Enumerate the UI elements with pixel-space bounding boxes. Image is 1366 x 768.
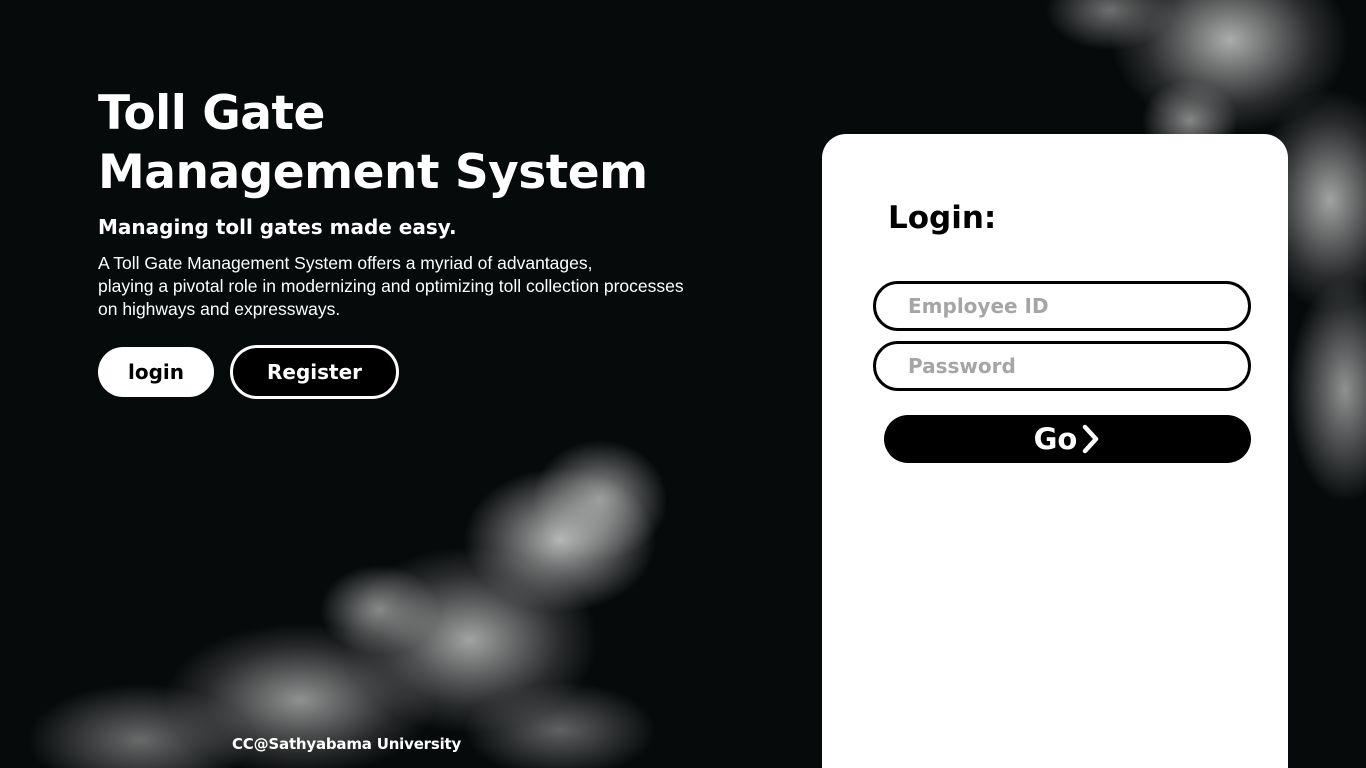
register-button[interactable]: Register — [230, 345, 399, 399]
password-input[interactable] — [873, 341, 1251, 391]
hero-description-line-2: playing a pivotal role in modernizing an… — [98, 276, 684, 296]
go-button[interactable]: Go — [884, 415, 1251, 463]
hero-actions: login Register — [98, 345, 399, 399]
hero-description: A Toll Gate Management System offers a m… — [98, 252, 778, 321]
login-button[interactable]: login — [98, 347, 214, 397]
chevron-right-icon — [1081, 424, 1101, 454]
hero-description-line-3: on highways and expressways. — [98, 299, 341, 319]
page-title-line-2: Management System — [98, 145, 648, 200]
page-title-line-1: Toll Gate — [98, 86, 325, 141]
employee-id-input[interactable] — [873, 281, 1251, 331]
footer-credit: CC@Sathyabama University — [232, 735, 462, 753]
login-card: Login: Go — [822, 134, 1288, 768]
go-button-label: Go — [1033, 422, 1078, 456]
login-heading: Login: — [888, 200, 997, 236]
hero-description-line-1: A Toll Gate Management System offers a m… — [98, 253, 593, 273]
page: Toll Gate Management System Managing tol… — [0, 0, 1366, 768]
hero-subtitle: Managing toll gates made easy. — [98, 215, 457, 239]
hero-section: Toll Gate Management System Managing tol… — [98, 84, 778, 321]
page-title: Toll Gate Management System — [98, 84, 778, 202]
